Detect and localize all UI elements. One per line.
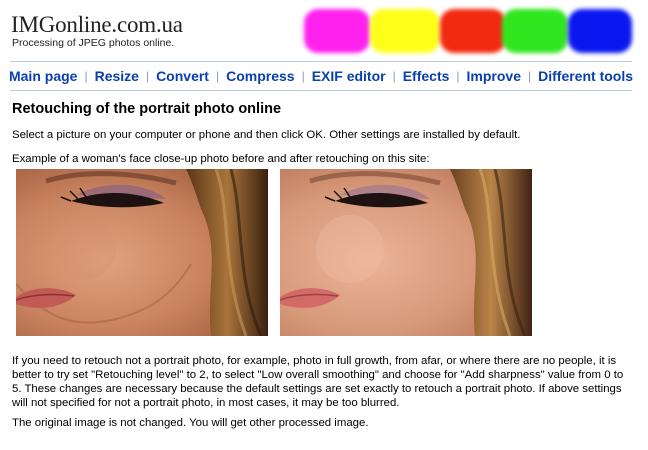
main-nav: Main page | Resize | Convert | Compress …: [9, 61, 633, 91]
green-blob: [502, 9, 568, 53]
nav-separator: |: [456, 69, 460, 83]
magenta-blob: [304, 9, 370, 53]
nav-resize[interactable]: Resize: [95, 68, 139, 84]
nav-separator: |: [145, 69, 150, 83]
color-blobs-banner: [304, 5, 638, 57]
nav-separator: |: [84, 69, 88, 83]
nav-separator: |: [392, 69, 396, 83]
example-caption: Example of a woman's face close-up photo…: [12, 153, 430, 165]
site-tagline: Processing of JPEG photos online.: [12, 37, 175, 49]
nav-separator: |: [528, 69, 532, 83]
original-unchanged-note: The original image is not changed. You w…: [12, 417, 369, 429]
yellow-blob: [370, 9, 440, 53]
intro-text: Select a picture on your computer or pho…: [12, 129, 521, 141]
nav-compress[interactable]: Compress: [226, 68, 294, 84]
after-photo: [280, 169, 532, 336]
non-portrait-advice: If you need to retouch not a portrait ph…: [12, 355, 624, 409]
nav-main-page[interactable]: Main page: [9, 68, 77, 84]
nav-improve[interactable]: Improve: [467, 68, 521, 84]
nav-effects[interactable]: Effects: [403, 68, 450, 84]
nav-separator: |: [215, 69, 220, 83]
before-photo: [16, 169, 268, 336]
site-header: IMGonline.com.ua Processing of JPEG phot…: [0, 0, 648, 60]
nav-convert[interactable]: Convert: [156, 68, 209, 84]
nav-exif-editor[interactable]: EXIF editor: [312, 68, 386, 84]
site-logo[interactable]: IMGonline.com.ua: [11, 12, 183, 38]
blue-blob: [568, 9, 632, 53]
before-photo-image: [16, 169, 268, 336]
after-photo-image: [280, 169, 532, 336]
nav-separator: |: [301, 69, 305, 83]
red-blob: [440, 9, 506, 53]
page-title: Retouching of the portrait photo online: [12, 101, 282, 117]
nav-different-tools[interactable]: Different tools: [538, 68, 633, 84]
